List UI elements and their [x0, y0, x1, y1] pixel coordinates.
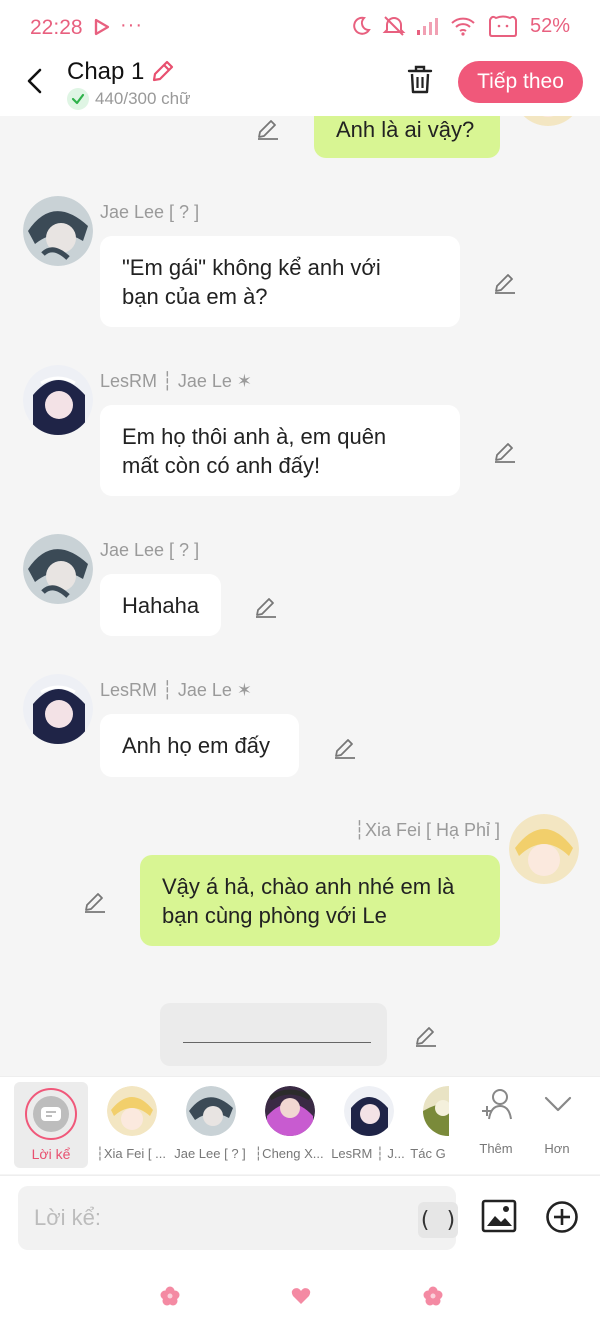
avatar-jae-lee[interactable]: [23, 534, 93, 604]
message-text: Hahaha: [122, 592, 200, 618]
message-line: Vậy á hả, chào anh nhé em là: [162, 873, 455, 899]
add-character-button[interactable]: Thêm: [466, 1087, 526, 1167]
message-bubble[interactable]: Hahaha: [100, 574, 221, 636]
character-label: ┆Xia Fei [ ...: [96, 1146, 166, 1161]
avatar: [107, 1086, 157, 1136]
avatar-lesrm[interactable]: [23, 365, 93, 435]
narrator-selector[interactable]: Lời kể: [14, 1082, 88, 1168]
heart-home-icon[interactable]: [291, 1286, 311, 1306]
message-line: bạn cùng phòng với Le: [162, 902, 387, 928]
moon-icon: [353, 16, 371, 35]
narrator-icon: [25, 1088, 77, 1140]
character-xia-fei[interactable]: ┆Xia Fei [ ...: [91, 1077, 171, 1175]
add-label: Thêm: [479, 1141, 513, 1156]
character-label: LesRM ┆ J...: [331, 1146, 405, 1161]
chapter-title: Chap 1: [67, 58, 145, 85]
play-icon: [94, 18, 110, 36]
character-bar: Lời kể ┆Xia Fei [ ... Jae Lee [ ? ] ┆Che…: [0, 1076, 600, 1174]
sender-name: LesRM ┆ Jae Le ✶: [100, 680, 252, 700]
message-text: Anh họ em đấy: [122, 733, 270, 758]
message-text: Anh là ai vậy?: [336, 116, 475, 142]
signal-icon: [416, 18, 438, 35]
back-arrow-icon[interactable]: [22, 66, 48, 96]
avatar-xia-fei[interactable]: [513, 116, 583, 126]
word-count: 440/300 chữ: [67, 88, 191, 110]
message-line: Em họ thôi anh à, em quên: [122, 423, 387, 449]
avatar: [186, 1086, 236, 1136]
system-nav-bar: [0, 1261, 600, 1333]
message-line: mất còn có anh đấy!: [122, 452, 321, 478]
word-count-text: 440/300 chữ: [95, 89, 191, 108]
edit-message-icon[interactable]: [333, 735, 357, 759]
message-line: bạn của em à?: [122, 283, 268, 309]
message-line: "Em gái" không kể anh với: [122, 254, 381, 280]
character-lesrm[interactable]: LesRM ┆ J...: [328, 1077, 408, 1175]
chevron-down-icon: [544, 1096, 572, 1112]
avatar-lesrm[interactable]: [23, 674, 93, 744]
status-time: 22:28: [30, 16, 83, 39]
edit-message-icon[interactable]: [493, 270, 517, 294]
edit-title-icon[interactable]: [150, 58, 176, 84]
composer-bar: ( ): [0, 1175, 600, 1261]
avatar-xia-fei[interactable]: [509, 814, 579, 884]
chapter-header: Chap 1 440/300 chữ Tiếp theo: [0, 56, 600, 116]
draft-underline: [183, 1042, 371, 1043]
draft-bubble[interactable]: [160, 1003, 387, 1066]
wifi-icon: [451, 17, 475, 36]
message-bubble[interactable]: "Em gái" không kể anh với bạn của em à?: [100, 236, 460, 327]
sender-name: Jae Lee [ ? ]: [100, 540, 200, 560]
more-button[interactable]: Hơn: [527, 1087, 587, 1167]
more-label: Hơn: [544, 1141, 570, 1156]
edit-message-icon[interactable]: [256, 116, 280, 140]
sender-name: Jae Lee [ ? ]: [100, 202, 200, 222]
composer-box: ( ): [18, 1186, 458, 1250]
narrator-label: Lời kể: [31, 1146, 71, 1162]
avatar: [344, 1086, 394, 1136]
battery-icon: [488, 15, 517, 37]
plus-circle-icon[interactable]: [545, 1200, 579, 1234]
character-label: Jae Lee [ ? ]: [174, 1146, 246, 1161]
trash-icon[interactable]: [406, 64, 434, 96]
message-bubble[interactable]: Anh họ em đấy: [100, 714, 299, 777]
message-bubble[interactable]: Anh là ai vậy?: [314, 116, 500, 158]
narration-input[interactable]: [34, 1186, 404, 1250]
avatar: [265, 1086, 315, 1136]
next-button[interactable]: Tiếp theo: [458, 61, 583, 103]
message-bubble[interactable]: Vậy á hả, chào anh nhé em là bạn cùng ph…: [140, 855, 500, 946]
sender-name: LesRM ┆ Jae Le ✶: [100, 371, 252, 391]
flower-back-icon[interactable]: [423, 1286, 443, 1306]
status-bar: 22:28 ··· 52%: [0, 0, 600, 56]
mute-icon: [382, 16, 406, 36]
avatar-jae-lee[interactable]: [23, 196, 93, 266]
add-person-icon: [482, 1089, 512, 1120]
character-jae-lee[interactable]: Jae Lee [ ? ]: [170, 1077, 250, 1175]
more-dots-icon: ···: [120, 14, 143, 36]
flower-menu-icon[interactable]: [160, 1286, 180, 1306]
character-cheng[interactable]: ┆Cheng X...: [249, 1077, 329, 1175]
character-author[interactable]: Tác G: [407, 1077, 449, 1175]
edit-message-icon[interactable]: [83, 889, 107, 913]
character-label: Tác G: [410, 1146, 446, 1161]
battery-level: 52%: [529, 14, 570, 37]
image-icon[interactable]: [481, 1198, 517, 1234]
edit-message-icon[interactable]: [254, 594, 278, 618]
character-label: ┆Cheng X...: [254, 1146, 324, 1161]
message-bubble[interactable]: Em họ thôi anh à, em quên mất còn có anh…: [100, 405, 460, 496]
chat-area[interactable]: Anh là ai vậy? Jae Lee [ ? ] "Em gái" kh…: [0, 116, 600, 1076]
sender-name: ┆Xia Fei [ Hạ Phỉ ]: [354, 820, 500, 840]
avatar: [423, 1086, 449, 1136]
edit-message-icon[interactable]: [414, 1023, 438, 1047]
parentheses-button[interactable]: ( ): [418, 1202, 458, 1238]
check-icon: [67, 88, 89, 110]
edit-message-icon[interactable]: [493, 439, 517, 463]
